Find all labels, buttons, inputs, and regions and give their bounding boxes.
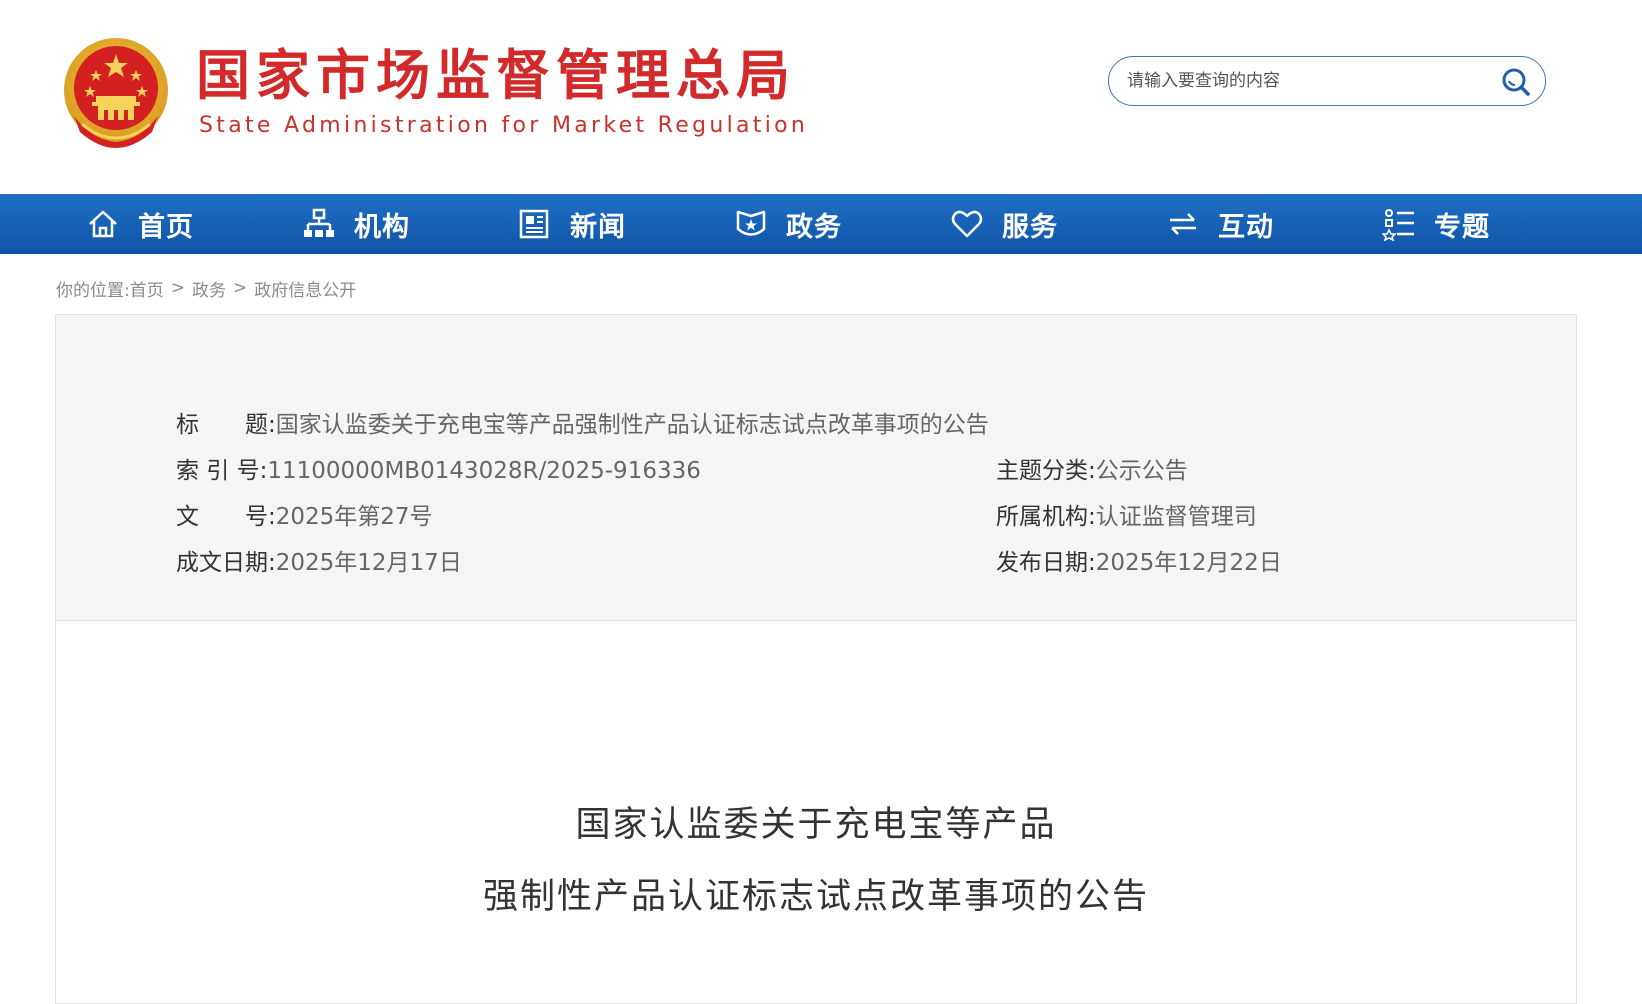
main-nav: 首页 机构 新闻 政务 服务 互动 专题 [0, 194, 1642, 254]
article-title-line-2: 强制性产品认证标志试点改革事项的公告 [482, 877, 1149, 917]
nav-item-news[interactable]: 新闻 [518, 194, 626, 254]
search-icon[interactable] [1501, 67, 1531, 97]
meta-docno-value: 2025年第27号 [275, 504, 433, 530]
meta-index-label: 索 引 号: [176, 458, 268, 484]
exchange-arrows-icon [1170, 213, 1196, 235]
breadcrumb-prefix: 你的位置: [56, 280, 130, 301]
nav-item-service[interactable]: 服务 [950, 194, 1058, 254]
site-title: 国家市场监督管理总局 [196, 44, 796, 107]
meta-docno-label: 文 号: [176, 504, 276, 530]
content-frame: 标 题:国家认监委关于充电宝等产品强制性产品认证标志试点改革事项的公告 索 引 … [55, 314, 1577, 1004]
breadcrumb-item-home[interactable]: 首页 [130, 276, 164, 301]
meta-title-value: 国家认监委关于充电宝等产品强制性产品认证标志试点改革事项的公告 [275, 412, 989, 438]
nav-label: 专题 [1434, 211, 1490, 243]
meta-written-date-value: 2025年12月17日 [275, 550, 462, 576]
nav-label: 机构 [354, 211, 410, 243]
breadcrumb-separator: > [170, 278, 185, 298]
national-emblem-icon[interactable] [62, 36, 170, 148]
meta-written-date-row: 成文日期:2025年12月17日 [176, 546, 462, 580]
meta-published-date-value: 2025年12月22日 [1095, 550, 1282, 576]
nav-item-org[interactable]: 机构 [302, 194, 410, 254]
nav-label: 服务 [1002, 211, 1058, 243]
meta-title-label: 标 题: [176, 412, 276, 438]
heart-icon [951, 210, 983, 238]
breadcrumb-item-disclosure[interactable]: 政府信息公开 [254, 276, 356, 301]
meta-docno-row: 文 号:2025年第27号 [176, 500, 433, 534]
nav-label: 政务 [786, 211, 842, 243]
search-box [1108, 56, 1546, 106]
meta-org-value: 认证监督管理司 [1095, 504, 1257, 530]
meta-org-label: 所属机构: [996, 504, 1096, 530]
meta-published-date-label: 发布日期: [996, 550, 1096, 576]
meta-published-date-row: 发布日期:2025年12月22日 [996, 546, 1282, 580]
meta-index-row: 索 引 号:11100000MB0143028R/2025-916336 [176, 454, 701, 488]
breadcrumb: 你的位置: 首页 > 政务 > 政府信息公开 [56, 276, 356, 301]
breadcrumb-separator: > [232, 278, 248, 298]
shield-star-icon [736, 210, 766, 236]
org-chart-icon [304, 208, 334, 237]
home-icon [89, 210, 117, 238]
meta-index-value: 11100000MB0143028R/2025-916336 [267, 458, 701, 484]
site-subtitle: State Administration for Market Regulati… [199, 113, 809, 138]
nav-item-topic[interactable]: 专题 [1382, 194, 1490, 254]
meta-org-row: 所属机构:认证监督管理司 [996, 500, 1257, 534]
nav-label: 新闻 [570, 211, 626, 243]
meta-written-date-label: 成文日期: [176, 550, 276, 576]
topic-list-icon [1382, 209, 1414, 241]
meta-category-value: 公示公告 [1095, 458, 1188, 484]
meta-title-row: 标 题:国家认监委关于充电宝等产品强制性产品认证标志试点改革事项的公告 [176, 408, 989, 442]
nav-item-home[interactable]: 首页 [86, 194, 194, 254]
meta-category-label: 主题分类: [996, 458, 1096, 484]
meta-category-row: 主题分类:公示公告 [996, 454, 1188, 488]
breadcrumb-item-affairs[interactable]: 政务 [192, 276, 226, 301]
nav-item-interact[interactable]: 互动 [1166, 194, 1274, 254]
nav-label: 互动 [1218, 211, 1274, 243]
site-header: 国家市场监督管理总局 State Administration for Mark… [0, 0, 1642, 194]
article-title-line-1: 国家认监委关于充电宝等产品 [575, 805, 1057, 845]
nav-item-affairs[interactable]: 政务 [734, 194, 842, 254]
document-meta-panel: 标 题:国家认监委关于充电宝等产品强制性产品认证标志试点改革事项的公告 索 引 … [56, 315, 1576, 621]
newspaper-icon [519, 209, 549, 239]
search-input[interactable] [1125, 66, 1485, 96]
nav-label: 首页 [138, 211, 194, 243]
